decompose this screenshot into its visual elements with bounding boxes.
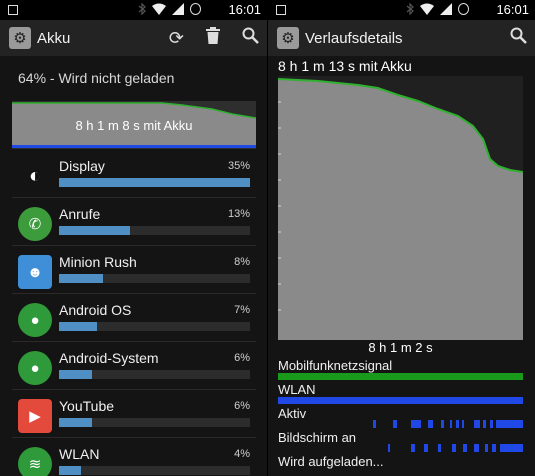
notification-icon <box>276 5 286 15</box>
youtube-icon: ▶ <box>18 399 52 433</box>
battery-status-icon <box>458 3 469 15</box>
signal-label: Mobilfunknetzsignal <box>278 358 393 373</box>
bluetooth-icon <box>138 3 146 15</box>
battery-duration-label: 8 h 1 m 8 s mit Akku <box>75 118 193 133</box>
usage-bar <box>59 178 250 187</box>
app-percent: 7% <box>234 304 250 316</box>
app-usage-item[interactable]: ● Android OS 7% <box>12 294 256 342</box>
signal-label: Aktiv <box>278 406 307 421</box>
usage-bar <box>59 466 250 475</box>
signal-row: Bildschirm an <box>278 430 523 454</box>
app-name: Anrufe <box>59 206 101 222</box>
usage-bar-fill <box>59 226 130 235</box>
app-usage-item[interactable]: ☻ Minion Rush 8% <box>12 246 256 294</box>
history-duration: 8 h 1 m 2 s <box>368 340 433 355</box>
minion-icon: ☻ <box>18 255 52 289</box>
app-name: Android-System <box>59 350 159 366</box>
usage-bar-fill <box>59 322 98 331</box>
app-name: Display <box>59 158 105 174</box>
battery-screen: 16:01 ⚙ Akku ⟳ 64% - Wird nicht geladen … <box>0 0 267 476</box>
battery-status-icon <box>190 3 201 15</box>
clock: 16:01 <box>496 2 529 17</box>
battery-history-graph <box>278 76 523 340</box>
signal-bar <box>278 444 523 452</box>
wifi-status-icon <box>420 3 434 15</box>
bluetooth-icon <box>406 3 414 15</box>
usage-bar <box>59 418 250 427</box>
search-icon[interactable] <box>510 27 527 49</box>
app-percent: 35% <box>227 160 250 172</box>
page-title: Akku <box>37 29 71 47</box>
app-percent: 8% <box>234 256 250 268</box>
display-icon: ◐ <box>18 159 52 193</box>
clock: 16:01 <box>228 2 261 17</box>
app-usage-item[interactable]: ✆ Anrufe 13% <box>12 198 256 246</box>
wifi-status-icon <box>152 3 166 15</box>
signal-row: Aktiv <box>278 406 523 430</box>
settings-app-icon[interactable]: ⚙ <box>277 27 299 49</box>
battery-mini-graph[interactable]: 8 h 1 m 8 s mit Akku <box>12 101 256 149</box>
app-name: YouTube <box>59 398 115 414</box>
usage-bar <box>59 274 250 283</box>
usage-bar <box>59 226 250 235</box>
page-title: Verlaufsdetails <box>305 29 403 47</box>
app-percent: 6% <box>234 352 250 364</box>
app-bar: ⚙ Akku ⟳ <box>0 20 267 56</box>
app-usage-item[interactable]: ▶ YouTube 6% <box>12 390 256 438</box>
usage-bar-fill <box>59 466 81 475</box>
signal-label: Wird aufgeladen... <box>278 454 384 469</box>
signal-bar <box>278 420 523 428</box>
history-details-screen: 16:01 ⚙ Verlaufsdetails 8 h 1 m 13 s mit… <box>268 0 535 476</box>
wifi-icon: ≋ <box>18 447 52 476</box>
signal-row: Wird aufgeladen... <box>278 454 523 476</box>
usage-bar-fill <box>59 418 92 427</box>
refresh-icon[interactable]: ⟳ <box>169 28 184 49</box>
notification-icon <box>8 5 18 15</box>
app-name: Android OS <box>59 302 132 318</box>
app-percent: 4% <box>234 448 250 460</box>
phone-icon: ✆ <box>18 207 52 241</box>
signal-label: Bildschirm an <box>278 430 357 445</box>
usage-bar-fill <box>59 274 103 283</box>
history-title: 8 h 1 m 13 s mit Akku <box>278 58 412 74</box>
app-usage-item[interactable]: ◐ Display 35% <box>12 150 256 198</box>
app-bar: ⚙ Verlaufsdetails <box>268 20 535 56</box>
delete-icon[interactable] <box>206 27 220 49</box>
app-usage-item[interactable]: ● Android-System 6% <box>12 342 256 390</box>
battery-status-text: 64% - Wird nicht geladen <box>18 70 175 86</box>
signal-bar <box>278 397 523 404</box>
app-name: Minion Rush <box>59 254 137 270</box>
app-percent: 6% <box>234 400 250 412</box>
signal-icon <box>440 3 452 15</box>
signal-row: WLAN <box>278 382 523 406</box>
signal-row: Mobilfunknetzsignal <box>278 358 523 382</box>
signal-label: WLAN <box>278 382 316 397</box>
app-usage-item[interactable]: ≋ WLAN 4% <box>12 438 256 476</box>
usage-bar-fill <box>59 178 250 187</box>
android-system-icon: ● <box>18 351 52 385</box>
signal-bar <box>278 373 523 380</box>
usage-bar <box>59 370 250 379</box>
usage-bar-fill <box>59 370 92 379</box>
usage-bar <box>59 322 250 331</box>
status-bar: 16:01 <box>0 0 267 20</box>
app-usage-list: ◐ Display 35% ✆ Anrufe 13% ☻ Minion Rush 8% ● Andr… <box>12 150 256 476</box>
app-name: WLAN <box>59 446 100 462</box>
android-os-icon: ● <box>18 303 52 337</box>
search-icon[interactable] <box>242 27 259 49</box>
settings-app-icon[interactable]: ⚙ <box>9 27 31 49</box>
status-bar: 16:01 <box>268 0 535 20</box>
signal-icon <box>172 3 184 15</box>
app-percent: 13% <box>227 208 250 220</box>
